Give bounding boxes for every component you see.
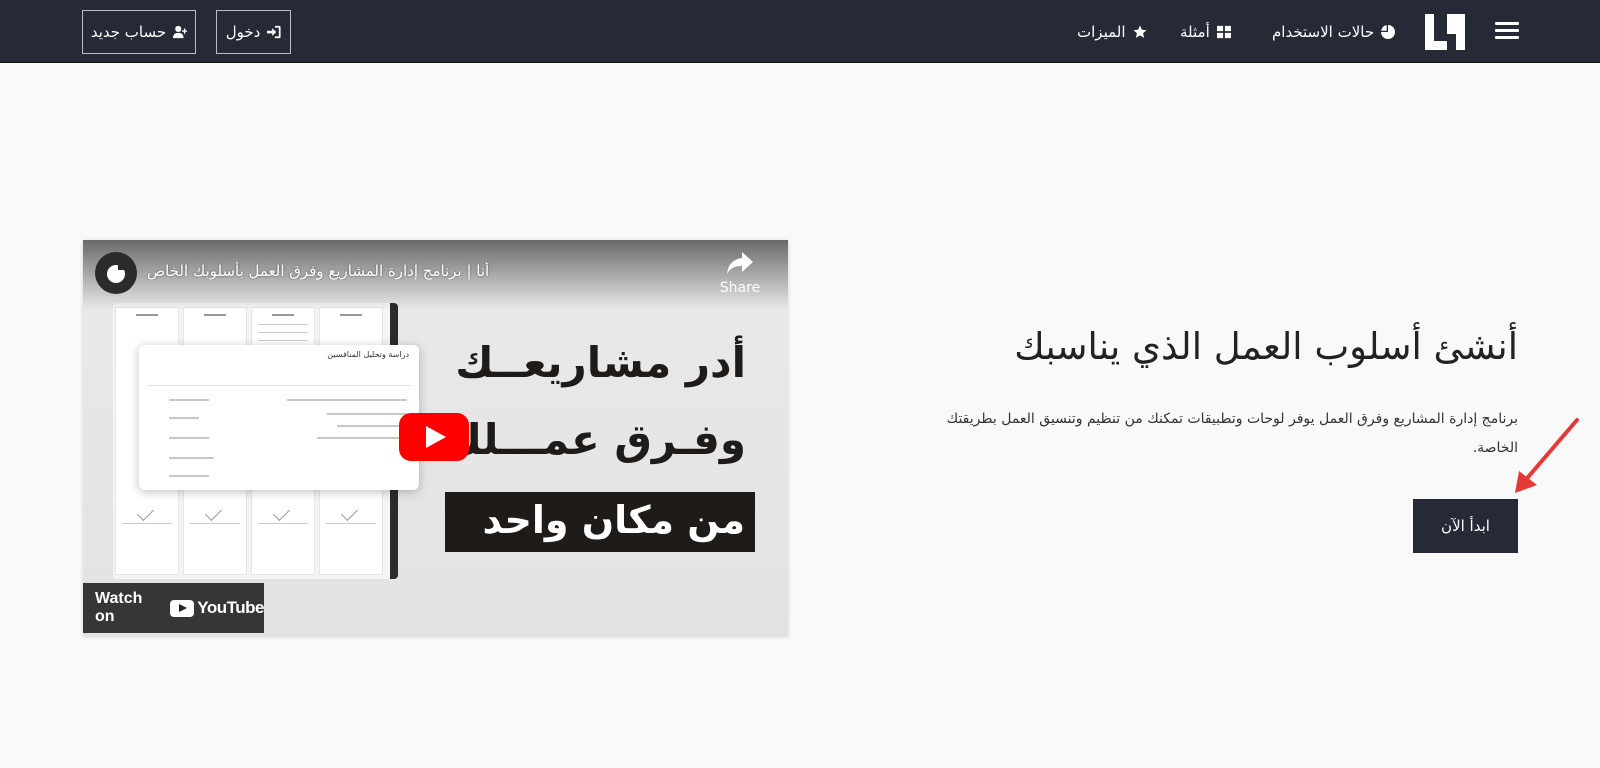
hero-description: برنامج إدارة المشاريع وفرق العمل يوفر لو… (946, 411, 1518, 456)
nav-examples-label: أمثلة (1180, 23, 1210, 41)
channel-avatar[interactable] (95, 252, 137, 294)
signup-label: حساب جديد (90, 23, 167, 41)
pie-chart-icon (1381, 25, 1396, 39)
overlay-text-line2: وفـرق عمـــلك (443, 415, 746, 464)
brand-logo[interactable] (1425, 12, 1465, 52)
overlay-text-box: من مكان واحد (445, 492, 755, 552)
nav-features-label: الميزات (1077, 23, 1126, 41)
start-now-button[interactable]: ابدأ الآن (1413, 499, 1518, 553)
share-label: Share (719, 280, 761, 296)
share-button[interactable]: Share (715, 252, 765, 296)
app-preview-modal: دراسة وتحليل المنافسين (139, 345, 419, 490)
hero-title: أنشئ أسلوب العمل الذي يناسبك (1014, 325, 1518, 368)
sign-in-icon (267, 25, 281, 39)
overlay-text-line3: من مكان واحد (482, 498, 746, 542)
youtube-wordmark: YouTube (197, 598, 264, 617)
channel-logo-icon (107, 264, 126, 283)
menu-icon[interactable] (1495, 22, 1519, 42)
grid-icon (1216, 25, 1231, 39)
overlay-text-line1: أدر مشاريعــك (455, 338, 746, 387)
login-button[interactable]: دخول (216, 10, 291, 54)
watch-on-youtube-button[interactable]: Watch on YouTube (83, 583, 264, 633)
star-icon (1132, 25, 1147, 38)
modal-title: دراسة وتحليل المنافسين (327, 350, 409, 359)
video-title[interactable]: أنا | برنامج إدارة المشاريع وفرق العمل ب… (147, 262, 567, 280)
signup-button[interactable]: حساب جديد (82, 10, 196, 54)
user-plus-icon (173, 25, 188, 39)
watch-on-label: Watch on (95, 590, 143, 625)
youtube-video-embed[interactable]: دراسة وتحليل المنافسين أدر مشاريعــك وفـ… (83, 240, 788, 636)
login-label: دخول (225, 23, 261, 41)
nav-use-cases-label: حالات الاستخدام (1272, 23, 1375, 41)
share-arrow-icon (727, 252, 753, 274)
nav-use-cases[interactable]: حالات الاستخدام (1272, 20, 1396, 44)
nav-features[interactable]: الميزات (1077, 20, 1147, 44)
video-title-bar: أنا | برنامج إدارة المشاريع وفرق العمل ب… (83, 240, 788, 310)
top-navbar: حالات الاستخدام أمثلة الميزات دخول حساب … (0, 0, 1600, 63)
youtube-play-icon (170, 599, 195, 617)
red-arrow-annotation (1515, 418, 1579, 493)
play-button[interactable] (399, 413, 469, 461)
youtube-logo: YouTube (170, 598, 264, 618)
nav-examples[interactable]: أمثلة (1180, 20, 1231, 44)
